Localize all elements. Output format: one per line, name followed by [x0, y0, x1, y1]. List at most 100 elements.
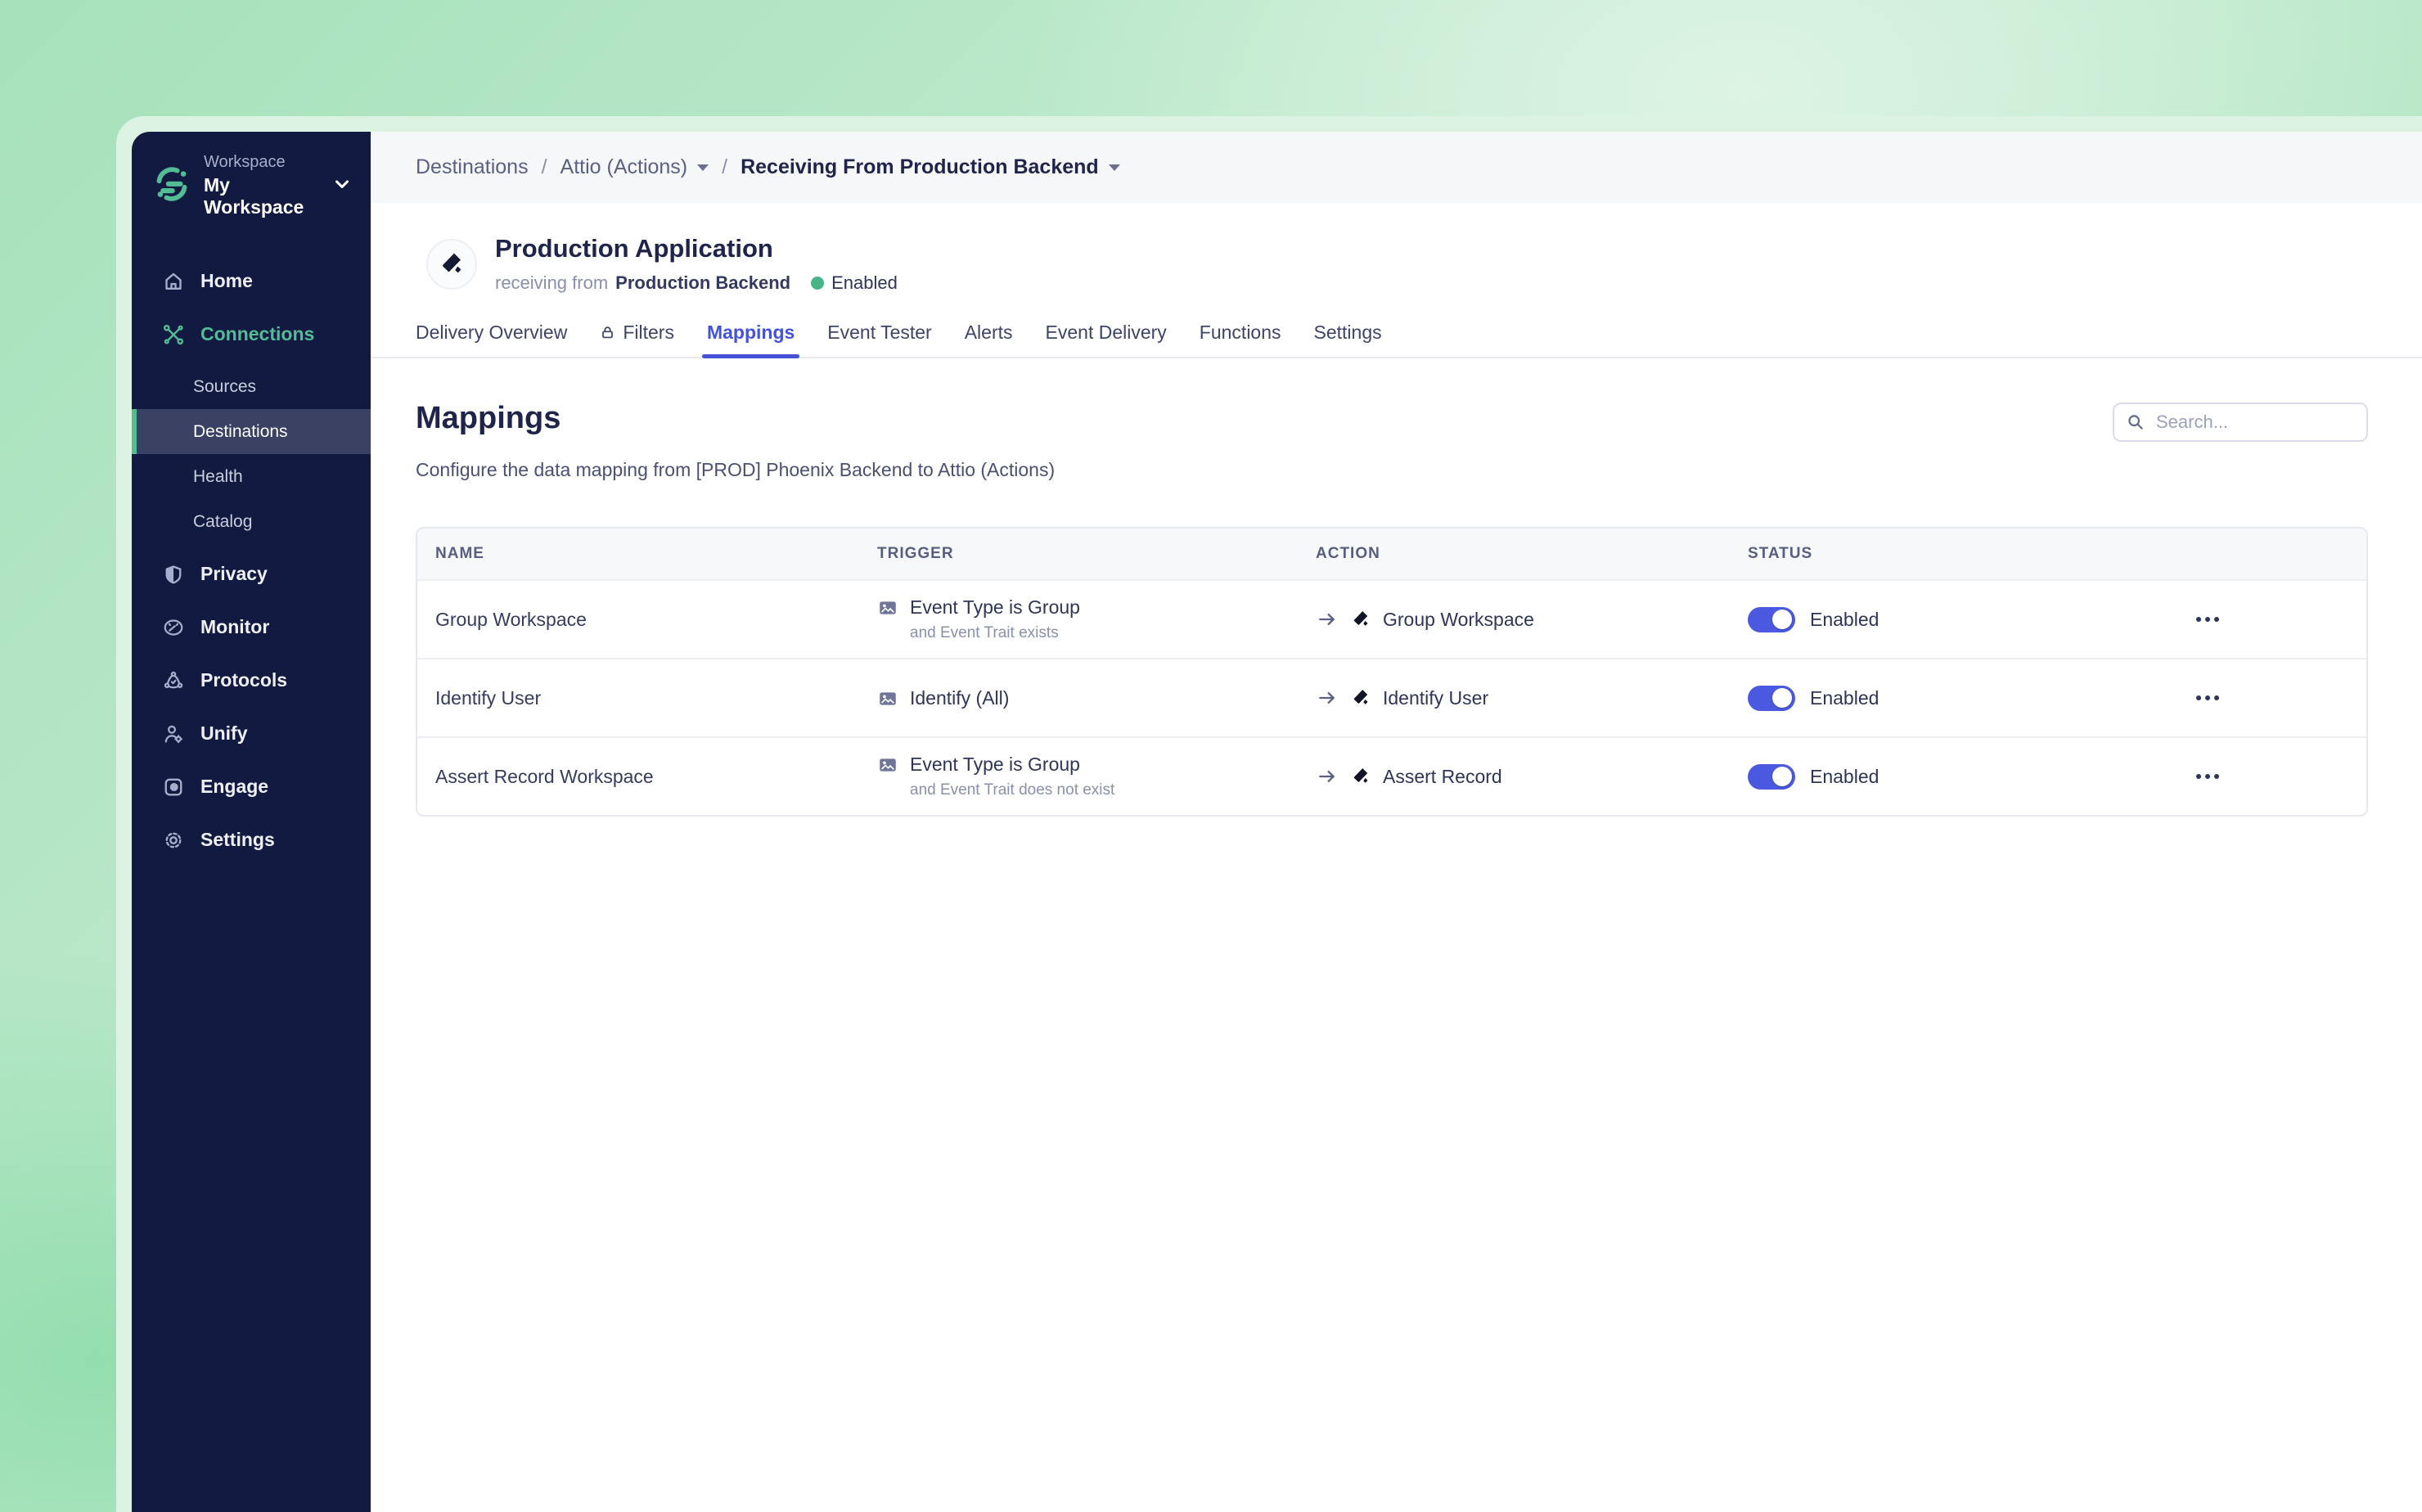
page-title: Production Application	[495, 234, 773, 263]
gauge-icon	[161, 615, 186, 640]
attio-icon	[1351, 688, 1371, 708]
attio-logo-badge	[426, 238, 477, 290]
breadcrumb-separator: /	[541, 155, 547, 178]
tab-functions[interactable]: Functions	[1200, 322, 1281, 357]
arrow-right-icon	[1316, 765, 1339, 788]
mappings-content: Mappings Configure the data mapping from…	[371, 358, 2422, 1512]
table-header-row: NAME TRIGGER ACTION STATUS	[417, 529, 2366, 579]
trigger-main: Event Type is Group	[910, 754, 1080, 775]
sidebar-item-label: Home	[200, 270, 253, 291]
trigger-sub: and Event Trait exists	[910, 624, 1059, 641]
section-description: Configure the data mapping from [PROD] P…	[416, 459, 1056, 480]
mappings-table: NAME TRIGGER ACTION STATUS Group Workspa…	[416, 527, 2368, 817]
column-header-status: STATUS	[1748, 545, 1813, 562]
main-area: Destinations / Attio (Actions) / Receivi…	[371, 132, 2422, 1512]
arrow-right-icon	[1316, 686, 1339, 709]
source-name: Production Backend	[615, 272, 791, 293]
sidebar-item-catalog[interactable]: Catalog	[132, 499, 371, 544]
sidebar-item-label: Privacy	[200, 563, 268, 584]
tab-label: Filters	[623, 322, 674, 343]
gear-icon	[161, 828, 186, 853]
search-input[interactable]	[2154, 411, 2355, 434]
tab-label: Mappings	[706, 322, 795, 343]
status-dot	[811, 277, 825, 290]
column-header-action: ACTION	[1316, 545, 1380, 562]
enabled-toggle[interactable]	[1748, 606, 1795, 632]
breadcrumb-destinations[interactable]: Destinations	[416, 155, 529, 179]
attio-icon	[1351, 767, 1371, 786]
table-row: Group Workspace Event Type is Group and …	[417, 579, 2366, 658]
subtitle-prefix: receiving from	[495, 272, 609, 293]
sidebar-item-settings[interactable]: Settings	[132, 813, 371, 866]
status-label: Enabled	[1810, 686, 1880, 709]
sidebar-item-monitor[interactable]: Monitor	[132, 601, 371, 654]
workspace-name: My Workspace	[204, 174, 304, 218]
row-menu-button[interactable]	[2193, 689, 2222, 707]
connections-subnav: Sources Destinations Health Catalog	[132, 361, 371, 547]
tab-event-delivery[interactable]: Event Delivery	[1046, 322, 1167, 357]
search-icon	[2126, 412, 2145, 432]
trigger-main: Identify (All)	[910, 686, 1010, 709]
enabled-toggle[interactable]	[1748, 685, 1795, 711]
sidebar-item-engage[interactable]: Engage	[132, 760, 371, 813]
tab-label: Event Tester	[827, 322, 932, 343]
search-box	[2113, 403, 2368, 442]
sub-item-label: Destinations	[193, 421, 288, 441]
tab-settings[interactable]: Settings	[1314, 322, 1382, 357]
tab-label: Alerts	[964, 322, 1013, 343]
tab-label: Delivery Overview	[416, 322, 568, 343]
tab-mappings[interactable]: Mappings	[701, 322, 800, 358]
status-label: Enabled	[1810, 765, 1880, 787]
column-header-name: NAME	[435, 545, 484, 562]
sidebar-item-label: Protocols	[200, 669, 288, 691]
chevron-down-icon	[331, 173, 353, 199]
status-label: Enabled	[1810, 608, 1880, 630]
tab-label: Settings	[1313, 322, 1382, 343]
sub-item-label: Health	[193, 466, 243, 486]
action-label: Identify User	[1383, 686, 1489, 709]
sidebar-item-connections[interactable]: Connections	[132, 308, 371, 361]
tab-label: Event Delivery	[1045, 322, 1167, 343]
breadcrumb-label: Receiving From Production Backend	[741, 155, 1099, 178]
breadcrumb-label: Attio (Actions)	[560, 155, 688, 178]
protocols-icon	[161, 668, 186, 693]
tab-delivery-overview[interactable]: Delivery Overview	[416, 322, 567, 357]
tab-alerts[interactable]: Alerts	[965, 322, 1013, 357]
enabled-toggle[interactable]	[1748, 763, 1795, 790]
desktop-background: Workspace My Workspace Home Connections …	[0, 0, 2422, 1512]
workspace-label: Workspace	[204, 153, 286, 171]
sub-item-label: Sources	[193, 376, 257, 396]
sidebar-item-home[interactable]: Home	[132, 254, 371, 308]
row-menu-button[interactable]	[2193, 610, 2222, 628]
sidebar-item-label: Monitor	[200, 616, 270, 637]
sidebar-item-privacy[interactable]: Privacy	[132, 547, 371, 601]
page-header: Production Application receiving from Pr…	[371, 203, 2422, 294]
tab-event-tester[interactable]: Event Tester	[827, 322, 931, 357]
trigger-sub: and Event Trait does not exist	[910, 781, 1115, 799]
lock-icon	[600, 325, 615, 340]
breadcrumb: Destinations / Attio (Actions) / Receivi…	[371, 132, 2422, 203]
breadcrumb-attio-actions[interactable]: Attio (Actions)	[560, 155, 709, 179]
sidebar-item-health[interactable]: Health	[132, 454, 371, 499]
action-label: Assert Record	[1383, 765, 1502, 787]
section-title: Mappings	[416, 401, 561, 435]
sidebar-item-sources[interactable]: Sources	[132, 364, 371, 409]
engage-icon	[161, 775, 186, 799]
sidebar-item-unify[interactable]: Unify	[132, 707, 371, 760]
status-badge: Enabled	[831, 272, 898, 293]
mapping-name: Group Workspace	[435, 608, 587, 630]
breadcrumb-current[interactable]: Receiving From Production Backend	[741, 155, 1120, 179]
row-menu-button[interactable]	[2193, 767, 2222, 785]
sidebar-nav: Home Connections Sources Destinations He…	[132, 254, 371, 866]
sidebar: Workspace My Workspace Home Connections …	[132, 132, 371, 1512]
sidebar-item-label: Engage	[200, 776, 269, 797]
workspace-switcher[interactable]: Workspace My Workspace	[132, 132, 371, 235]
sidebar-item-label: Settings	[200, 829, 275, 850]
breadcrumb-label: Destinations	[416, 155, 529, 178]
sidebar-item-destinations[interactable]: Destinations	[132, 409, 371, 454]
connections-icon	[161, 322, 186, 347]
sidebar-item-protocols[interactable]: Protocols	[132, 654, 371, 707]
table-row: Assert Record Workspace Event Type is Gr…	[417, 736, 2366, 815]
column-header-trigger: TRIGGER	[877, 545, 954, 562]
tab-filters[interactable]: Filters	[600, 322, 674, 357]
